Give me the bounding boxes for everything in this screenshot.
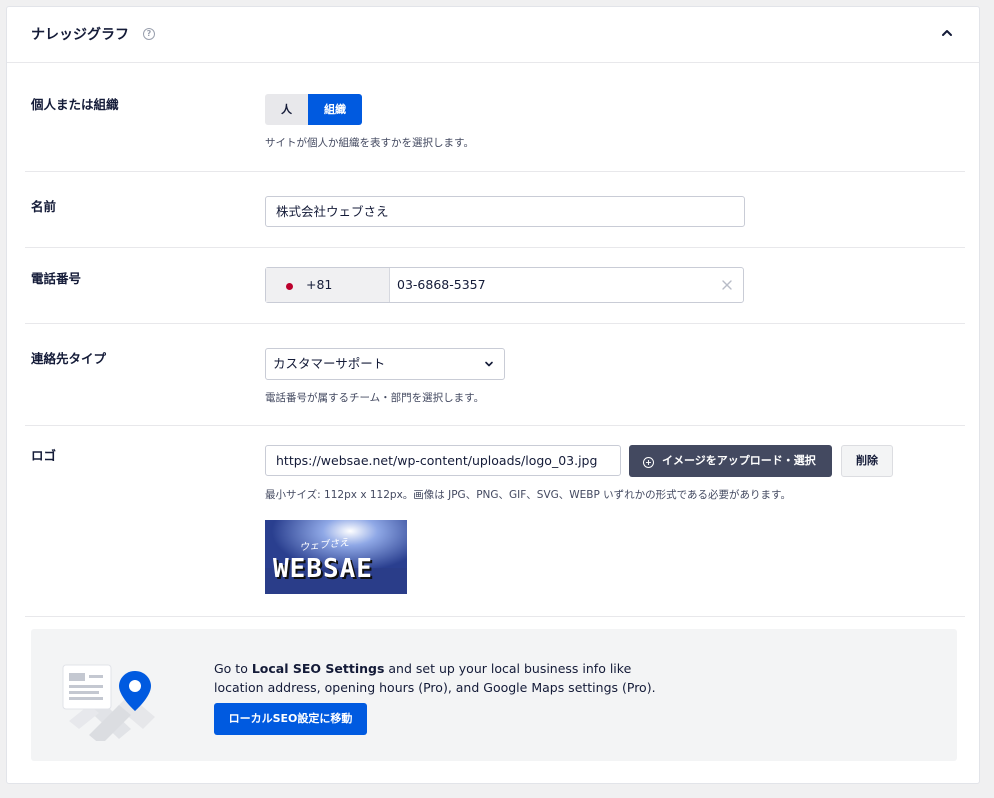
chevron-up-icon[interactable] [939, 25, 955, 41]
country-code-selector[interactable]: +81 [266, 268, 390, 302]
logo-preview-image: ウェブさえ WEBSAE [265, 520, 407, 594]
plus-circle-icon: + [643, 457, 654, 468]
contact-type-row: 連絡先タイプ カスタマーサポート 電話番号が属するチーム・部門を選択します。 [25, 324, 965, 426]
name-row: 名前 株式会社ウェブさえ [25, 172, 965, 248]
type-toggle: 人 組織 [265, 94, 362, 125]
country-code: +81 [306, 277, 333, 292]
upload-image-button[interactable]: + イメージをアップロード・選択 [629, 445, 832, 477]
phone-field: +81 03-6868-5357 [265, 267, 744, 303]
logo-url-input[interactable]: https://websae.net/wp-content/uploads/lo… [265, 445, 621, 476]
type-row: 個人または組織 人 組織 サイトが個人か組織を表すかを選択します。 [25, 63, 965, 172]
type-option-person[interactable]: 人 [265, 94, 308, 125]
contact-type-value: カスタマーサポート [273, 356, 386, 371]
panel-title: ナレッジグラフ [31, 27, 129, 43]
promo-text: Go to Local SEO Settings and set up your… [214, 659, 674, 697]
go-to-local-seo-button[interactable]: ローカルSEO設定に移動 [214, 703, 367, 735]
help-icon[interactable]: ? [143, 28, 155, 40]
delete-button[interactable]: 削除 [841, 445, 893, 477]
contact-type-select[interactable]: カスタマーサポート [265, 348, 505, 380]
name-label: 名前 [31, 199, 57, 214]
chevron-down-icon [485, 361, 493, 367]
logo-row: ロゴ https://websae.net/wp-content/uploads… [25, 426, 965, 617]
logo-description: 最小サイズ: 112px x 112px。画像は JPG、PNG、GIF、SVG… [265, 489, 792, 501]
contact-type-description: 電話番号が属するチーム・部門を選択します。 [265, 392, 485, 404]
local-seo-promo: Go to Local SEO Settings and set up your… [31, 629, 957, 761]
name-input[interactable]: 株式会社ウェブさえ [265, 196, 745, 227]
phone-number-value: 03-6868-5357 [397, 277, 486, 292]
local-seo-settings-link[interactable]: Local SEO Settings [252, 661, 385, 676]
logo-label: ロゴ [31, 448, 57, 463]
type-option-organization[interactable]: 組織 [308, 94, 362, 125]
type-description: サイトが個人か組織を表すかを選択します。 [265, 137, 474, 149]
type-label: 個人または組織 [31, 97, 119, 112]
knowledge-graph-panel: ナレッジグラフ ? 個人または組織 人 組織 サイトが個人か組織を表すかを選択し… [6, 6, 980, 784]
local-seo-illustration-icon [62, 664, 155, 741]
upload-image-label: イメージをアップロード・選択 [662, 454, 816, 467]
phone-number-input[interactable]: 03-6868-5357 [390, 268, 743, 302]
logo-brand-text: WEBSAE [273, 554, 373, 584]
promo-text-before: Go to [214, 661, 252, 676]
contact-type-label: 連絡先タイプ [31, 351, 107, 366]
japan-flag-icon [286, 283, 293, 290]
panel-header[interactable]: ナレッジグラフ ? [7, 7, 979, 63]
phone-row: 電話番号 +81 03-6868-5357 [25, 248, 965, 324]
phone-label: 電話番号 [31, 271, 82, 286]
clear-icon[interactable] [721, 279, 733, 291]
